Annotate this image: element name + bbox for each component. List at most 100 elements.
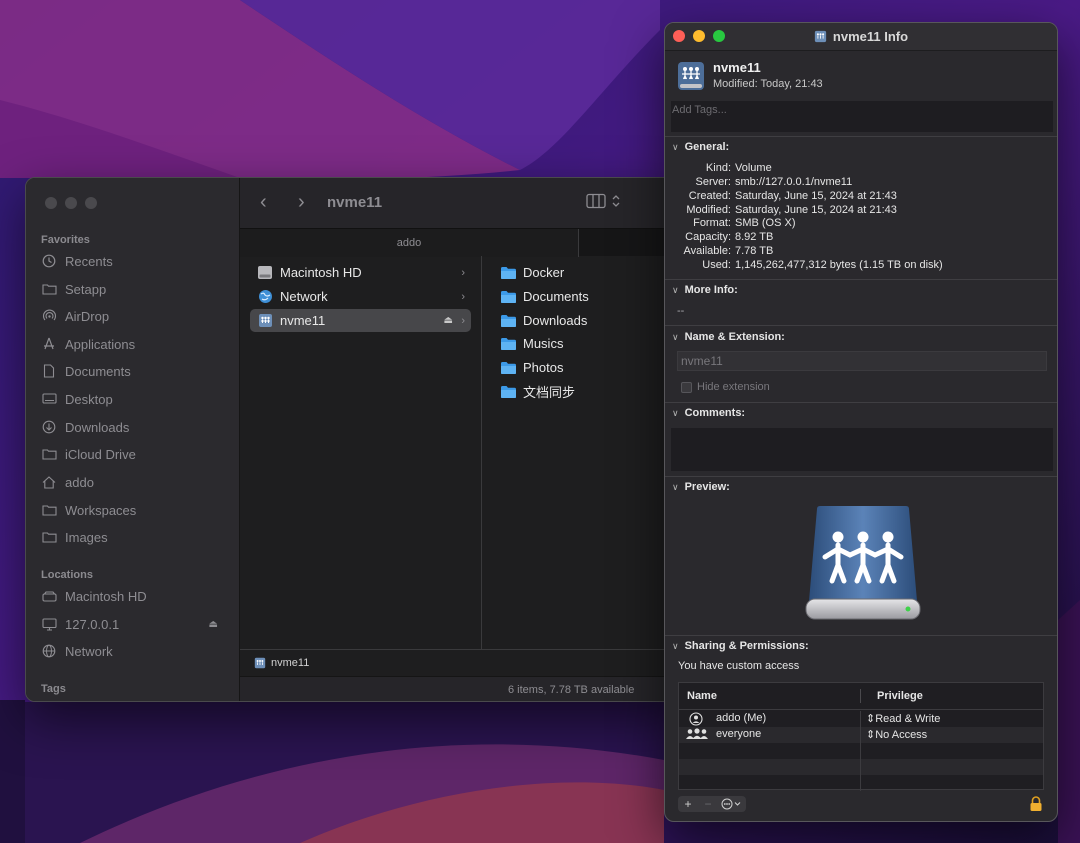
sidebar-heading-locations: Locations [41,569,93,581]
folder-label: 文档同步 [523,385,576,400]
folder-item[interactable]: Musics [493,332,678,355]
info-value: Saturday, June 15, 2024 at 21:43 [735,204,897,216]
sidebar-item-setapp[interactable]: Setapp [40,278,230,300]
divider [665,325,1057,326]
remove-icon[interactable]: − [698,796,718,812]
sidebar-item-recents[interactable]: Recents [40,250,230,272]
privilege-select[interactable]: ⇕No Access [866,728,927,741]
table-row-empty [679,775,1043,791]
divider [665,635,1057,636]
sidebar-item-applications[interactable]: Applications [40,333,230,355]
column-item-macintosh-hd[interactable]: Macintosh HD › [250,261,471,284]
divider [665,402,1057,403]
section-heading: Name & Extension: [684,331,785,343]
section-sharing-permissions[interactable]: ∨ Sharing & Permissions: [672,640,809,652]
section-name-extension[interactable]: ∨ Name & Extension: [672,331,785,343]
folder-icon [499,384,517,400]
column-item-label: Network [280,289,328,304]
info-value: 8.92 TB [735,231,774,243]
eject-icon[interactable]: ⏏ [209,619,218,630]
folder-item[interactable]: 文档同步 [493,380,678,403]
info-window: nvme11 Info nvme11 Modified: Today, 21:4… [664,22,1058,822]
sidebar-item-label: addo [65,474,94,490]
finder-window: Favorites Recents Setapp AirDrop Applica… [25,177,685,702]
chevron-updown-icon [612,195,620,207]
tags-input[interactable]: Add Tags... [671,101,1053,132]
sidebar-item-airdrop[interactable]: AirDrop [40,305,230,327]
column-header-name[interactable]: Name [687,690,717,702]
info-window-title: nvme11 Info [665,29,1057,44]
section-comments[interactable]: ∨ Comments: [672,407,745,419]
minimize-button[interactable] [65,197,77,209]
forward-icon[interactable]: › [298,191,305,214]
folder-item[interactable]: Photos [493,356,678,379]
server-volume-preview-icon [805,506,921,620]
close-button[interactable] [45,197,57,209]
section-preview[interactable]: ∨ Preview: [672,481,730,493]
zoom-button[interactable] [85,197,97,209]
group-icon [685,728,709,743]
chevron-down-icon: ∨ [672,284,679,295]
path-item[interactable]: nvme11 [271,657,309,669]
clock-icon [40,253,58,269]
divider [665,279,1057,280]
chevron-right-icon: › [461,266,465,279]
name-field[interactable]: nvme11 [677,351,1047,371]
sidebar-heading-favorites: Favorites [41,234,90,246]
info-row-capacity: Capacity: 8.92 TB [665,231,1057,245]
back-icon[interactable]: ‹ [260,191,267,214]
sidebar-item-network[interactable]: Network [40,640,230,662]
more-info-value: -- [677,305,685,317]
eject-icon[interactable]: ⏏ [444,315,453,326]
folder-icon [499,336,517,352]
sidebar-item-macintosh-hd[interactable]: Macintosh HD [40,585,230,607]
info-row-used: Used: 1,145,262,477,312 bytes (1.15 TB on… [665,259,1057,273]
checkbox-label: Hide extension [697,381,770,393]
sidebar-item-label: Recents [65,253,113,269]
disk-icon [40,588,58,604]
sidebar-item-downloads[interactable]: Downloads [40,416,230,438]
info-value: smb://127.0.0.1/nvme11 [735,176,853,188]
table-header: Name Privilege [679,683,1043,710]
column-item-network[interactable]: Network › [250,285,471,308]
add-icon[interactable]: + [678,796,698,812]
sidebar-item-addo[interactable]: addo [40,471,230,493]
sidebar-item-desktop[interactable]: Desktop [40,388,230,410]
column-item-nvme11[interactable]: nvme11 ⏏ › [250,309,471,332]
permission-controls: + − [678,796,746,812]
hide-extension-checkbox[interactable]: Hide extension [681,381,770,393]
sidebar-item-documents[interactable]: Documents [40,360,230,382]
action-menu-button[interactable] [718,796,746,812]
column-header-privilege[interactable]: Privilege [877,690,923,702]
tab-addo[interactable]: addo [240,229,579,257]
info-key: Capacity: [685,231,731,243]
info-value: Volume [735,162,772,174]
sidebar-item-label: Network [65,643,113,659]
window-controls [45,197,97,209]
view-mode-button[interactable] [586,193,620,209]
comments-textarea[interactable] [671,428,1053,471]
lock-icon[interactable] [1029,796,1043,812]
info-row-format: Format: SMB (OS X) [665,217,1057,231]
table-row[interactable]: everyone ⇕No Access [679,727,1043,743]
table-row-empty [679,743,1043,759]
sidebar-item-label: Documents [65,363,131,379]
section-heading: More Info: [684,284,738,296]
sidebar-item-server[interactable]: 127.0.0.1 ⏏ [40,613,230,635]
section-more-info[interactable]: ∨ More Info: [672,284,738,296]
table-row[interactable]: addo (Me) ⇕Read & Write [679,711,1043,727]
sidebar-item-images[interactable]: Images [40,526,230,548]
folder-item[interactable]: Documents [493,285,678,308]
sidebar-item-workspaces[interactable]: Workspaces [40,499,230,521]
info-row-modified: Modified: Saturday, June 15, 2024 at 21:4… [665,204,1057,218]
chevron-down-icon: ∨ [672,481,679,492]
globe-icon [40,643,58,659]
section-general[interactable]: ∨ General: [672,141,729,153]
folder-icon [499,313,517,329]
privilege-select[interactable]: ⇕Read & Write [866,712,940,725]
folder-item[interactable]: Docker [493,261,678,284]
sidebar-item-icloud-drive[interactable]: iCloud Drive [40,443,230,465]
folder-item[interactable]: Downloads [493,309,678,332]
chevron-down-icon: ∨ [672,407,679,418]
checkbox-box[interactable] [681,381,692,393]
